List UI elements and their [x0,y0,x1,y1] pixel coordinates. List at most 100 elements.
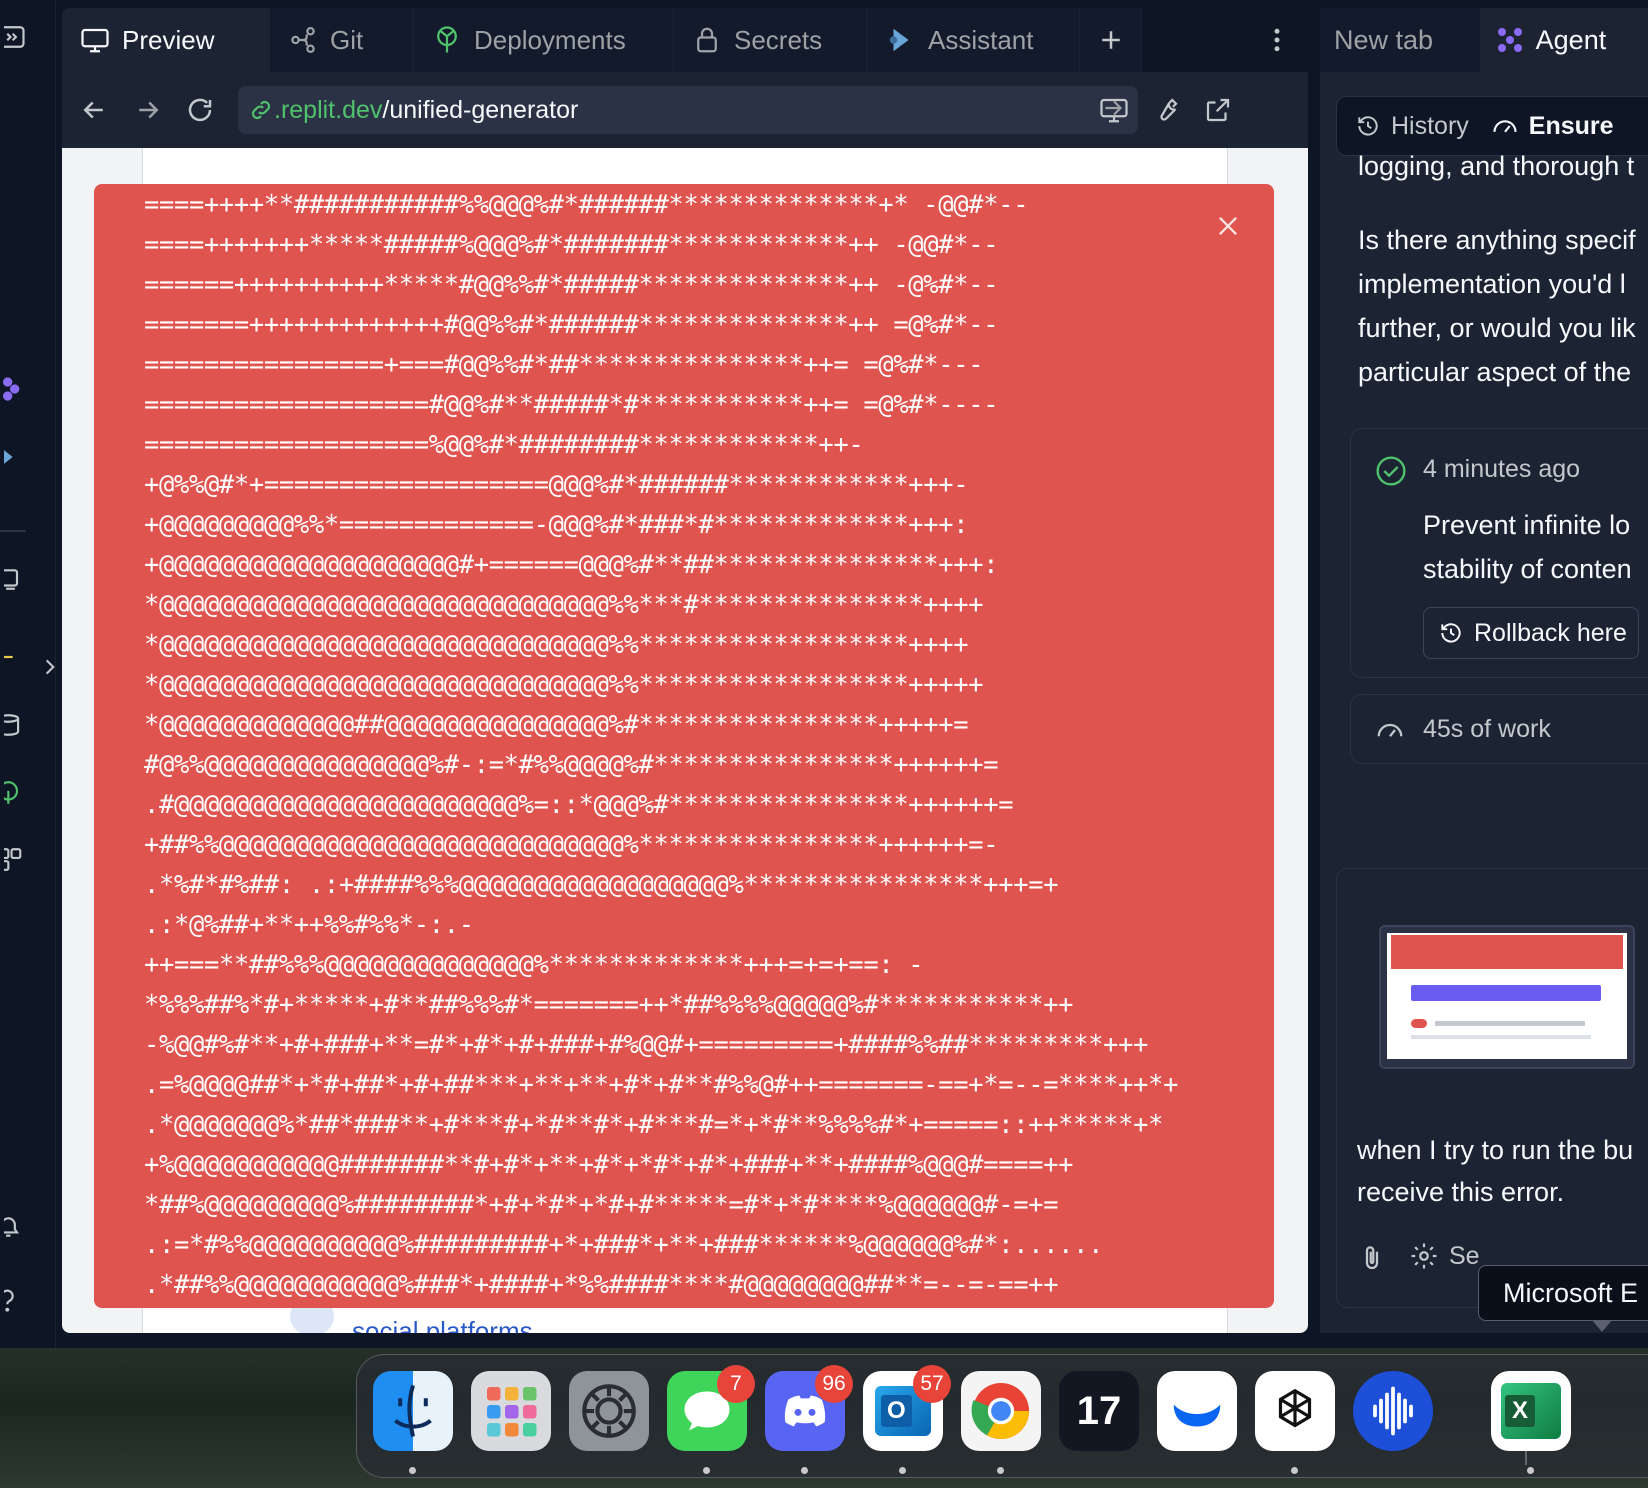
settings-button[interactable]: Se [1409,1241,1480,1271]
chatgpt-icon [1278,1388,1312,1428]
error-line: *%%%##%*#+*****+#**##%%%#*=======++*##%%… [144,989,1074,1019]
devtools-button[interactable] [1146,90,1186,130]
running-indicator [997,1467,1004,1474]
plus-icon [1101,31,1120,49]
monitor-icon[interactable] [0,562,34,596]
dock-app-tradingview[interactable]: 17 [1059,1371,1139,1451]
tab-assistant[interactable]: Assistant [868,8,1080,72]
history-label: History [1391,111,1469,140]
tab-deployments[interactable]: Deployments [414,8,674,72]
expand-panel-icon[interactable] [0,20,34,54]
thumbnail-error-bar [1391,935,1623,969]
dock-app-chrome[interactable] [961,1371,1041,1451]
monitor-icon [81,28,109,53]
page-link[interactable]: social platforms [352,1316,533,1333]
extensions-icon[interactable] [0,842,34,876]
agent-icon[interactable] [0,372,34,406]
dock-app-messages[interactable]: 7 [667,1365,755,1451]
database-icon[interactable] [0,708,34,742]
thumbnail-toggle [1411,1019,1427,1028]
ensure-label: Ensure [1528,111,1614,140]
more-options-button[interactable] [1246,8,1308,72]
dock-app-excel[interactable]: X [1491,1371,1571,1451]
lock-icon [697,27,717,53]
monitor-icon [1100,98,1128,123]
running-indicator [801,1467,808,1474]
running-indicator [899,1467,906,1474]
error-line: *@@@@@@@@@@@@@##@@@@@@@@@@@@@@@%#*******… [144,709,969,739]
chrome-icon [971,1382,1030,1440]
error-line: *@@@@@@@@@@@@@@@@@@@@@@@@@@@@@@%%*******… [144,629,969,659]
git-icon [291,27,315,53]
running-indicator [1527,1467,1534,1474]
tab-new-tab[interactable]: New tab [1320,8,1480,72]
history-icon [1441,623,1461,643]
wallet-icon [1173,1404,1221,1427]
chevron-right-icon[interactable] [40,650,60,684]
checkpoint-card: 4 minutes ago Prevent infinite lo stabil… [1350,428,1648,678]
error-line: .*@@@@@@@%*##*###**+#***#+*#**#*+#***#=*… [144,1109,1164,1139]
attached-screenshot[interactable] [1379,925,1635,1069]
work-duration: 45s of work [1423,715,1551,743]
new-tab-button[interactable] [1080,8,1142,72]
deployments-icon[interactable] [0,776,34,810]
error-line: .=%@@@@##*+*#+##*+#+##***+**+**+#*+#**#%… [144,1069,1179,1099]
tab-label: Secrets [734,24,823,55]
close-icon[interactable] [1214,212,1242,240]
dock-app-finder[interactable] [373,1371,453,1451]
error-line: +%@@@@@@@@@@@#######**#+#*+**+#*+*#*+#*+… [144,1149,1074,1179]
back-button[interactable] [74,90,114,130]
notification-badge: 7 [717,1365,755,1403]
rollback-button[interactable]: Rollback here [1423,607,1639,659]
open-new-window-button[interactable] [1198,90,1238,130]
agent-message-line: further, or would you lik [1358,313,1636,343]
paperclip-icon[interactable] [1357,1243,1387,1273]
dock-app-launchpad[interactable] [471,1371,551,1451]
error-line: =======+++++++++++++#@@%%#*######*******… [144,309,999,339]
agent-message-line: particular aspect of the [1358,357,1632,387]
agent-thread: History Ensure logging, and thorough t I… [1320,72,1648,1333]
bell-icon[interactable] [0,1210,34,1244]
pane-tab-bar: Preview Git Deployments Secrets Assistan… [62,8,1308,72]
forward-button[interactable] [128,90,168,130]
assistant-icon[interactable] [0,440,34,474]
history-icon [1358,116,1378,136]
dock-app-tonkeeper[interactable] [1157,1371,1237,1451]
gauge-icon [1377,723,1403,737]
dock-app-system-settings[interactable] [569,1371,649,1451]
reload-button[interactable] [180,90,220,130]
dock-app-chatgpt[interactable] [1255,1371,1335,1451]
waveform-icon [1373,1386,1413,1436]
error-line: *@@@@@@@@@@@@@@@@@@@@@@@@@@@@@@%%***#***… [144,589,984,619]
check-circle-icon [1376,456,1406,486]
error-line: ======++++++++++*****#@@%%#*#####*******… [144,269,999,299]
tab-agent[interactable]: Agent [1479,8,1648,72]
error-line: ====+++++++*****#####%@@@%#*#######*****… [144,229,999,259]
dock-app-discord[interactable]: 96 [765,1365,853,1451]
running-indicator [1291,1467,1298,1474]
console-icon[interactable] [0,640,34,674]
composer-line: receive this error. [1357,1177,1565,1207]
device-preview-button[interactable] [1094,90,1134,130]
tab-secrets[interactable]: Secrets [674,8,868,72]
dock-app-voice-app[interactable] [1353,1371,1433,1451]
error-line: ===================#@@%#**#####*#*******… [144,389,999,419]
message-composer[interactable]: when I try to run the bu receive this er… [1336,868,1648,1308]
history-button[interactable]: History [1355,112,1469,141]
tab-label: Git [330,24,364,55]
composer-message[interactable]: when I try to run the bu receive this er… [1357,1129,1633,1213]
settings-label: Se [1449,1241,1480,1270]
url-input[interactable]: .replit.dev/unified-generator [238,86,1138,134]
help-icon[interactable] [0,1284,34,1318]
ensure-button[interactable]: Ensure [1491,112,1614,141]
dock-app-outlook[interactable]: O 57 [863,1365,951,1451]
tab-preview[interactable]: Preview [62,8,270,72]
url-toolbar: .replit.dev/unified-generator [62,72,1308,148]
notification-badge: 57 [913,1365,951,1403]
tab-git[interactable]: Git [270,8,414,72]
work-summary[interactable]: 45s of work [1350,694,1648,764]
gauge-icon [1493,120,1517,133]
error-line: *##%@@@@@@@@@%########*+#+*#*+*#+#*****=… [144,1189,1059,1219]
agent-tab-bar: New tab Agent [1320,8,1648,72]
error-overlay: ====++++**###########%%@@@%#*######*****… [94,184,1274,1308]
